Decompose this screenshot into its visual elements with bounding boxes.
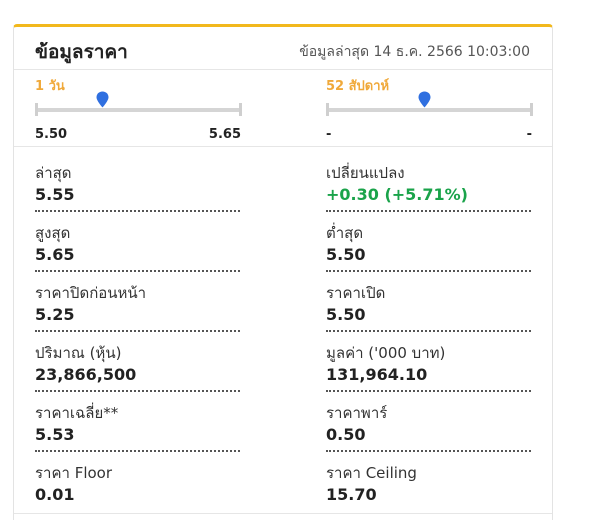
stat-average-price: ราคาเฉลี่ย** 5.53 <box>35 392 240 452</box>
range-tick-left <box>326 103 329 116</box>
range-tick-left <box>35 103 38 116</box>
stat-value: 5.55 <box>35 185 75 204</box>
stat-value-traded: มูลค่า ('000 บาท) 131,964.10 <box>326 332 531 392</box>
price-info-card: ข้อมูลราคา ข้อมูลล่าสุด 14 ธ.ค. 2566 10:… <box>13 24 553 520</box>
stat-par-value: ราคาพาร์ 0.50 <box>326 392 531 452</box>
range-52-week: 52 สัปดาห์ - - <box>326 69 546 145</box>
stat-label: เปลี่ยนแปลง <box>326 164 405 182</box>
range-track <box>326 108 532 112</box>
stat-value: 5.50 <box>326 245 366 264</box>
stat-label: มูลค่า ('000 บาท) <box>326 344 446 362</box>
card-header: ข้อมูลราคา ข้อมูลล่าสุด 14 ธ.ค. 2566 10:… <box>14 27 552 70</box>
range-low: 5.50 <box>35 127 68 142</box>
range-label: 1 วัน <box>35 79 65 94</box>
range-high: - <box>526 127 532 142</box>
stat-ceiling: ราคา Ceiling 15.70 <box>326 452 531 512</box>
stat-volume: ปริมาณ (หุ้น) 23,866,500 <box>35 332 240 392</box>
stat-value: 0.50 <box>326 425 366 444</box>
location-pin-icon <box>418 91 431 108</box>
range-tick-right <box>530 103 533 116</box>
stat-label: ต่ำสุด <box>326 224 364 242</box>
stat-low: ต่ำสุด 5.50 <box>326 212 531 272</box>
stat-label: ราคาพาร์ <box>326 404 388 422</box>
stat-floor: ราคา Floor 0.01 <box>35 452 240 512</box>
range-low: - <box>326 127 332 142</box>
stat-label: ล่าสุด <box>35 164 72 182</box>
range-label: 52 สัปดาห์ <box>326 79 390 94</box>
range-track <box>35 108 241 112</box>
range-tick-right <box>239 103 242 116</box>
stat-label: สูงสุด <box>35 224 71 242</box>
range-high: 5.65 <box>208 127 241 142</box>
stat-high: สูงสุด 5.65 <box>35 212 240 272</box>
range-1-day: 1 วัน 5.50 5.65 <box>35 69 255 145</box>
stat-value: 23,866,500 <box>35 365 137 384</box>
stat-label: ราคา Ceiling <box>326 464 417 482</box>
stat-label: ราคา Floor <box>35 464 113 482</box>
stat-label: ราคาปิดก่อนหน้า <box>35 284 147 302</box>
stat-value: 5.53 <box>35 425 75 444</box>
stat-label: ราคาเฉลี่ย** <box>35 404 119 422</box>
stat-value: +0.30 (+5.71%) <box>326 185 468 204</box>
stat-value: 131,964.10 <box>326 365 428 384</box>
stat-last: ล่าสุด 5.55 <box>35 152 240 212</box>
stat-change: เปลี่ยนแปลง +0.30 (+5.71%) <box>326 152 531 212</box>
stat-previous-close: ราคาปิดก่อนหน้า 5.25 <box>35 272 240 332</box>
stat-value: 0.01 <box>35 485 75 504</box>
stat-open: ราคาเปิด 5.50 <box>326 272 531 332</box>
stat-value: 5.25 <box>35 305 75 324</box>
stat-value: 5.50 <box>326 305 366 324</box>
stat-label: ราคาเปิด <box>326 284 386 302</box>
last-updated: ข้อมูลล่าสุด 14 ธ.ค. 2566 10:03:00 <box>299 44 530 60</box>
stat-label: ปริมาณ (หุ้น) <box>35 344 122 362</box>
divider <box>14 146 552 147</box>
location-pin-icon <box>96 91 109 108</box>
stat-value: 5.65 <box>35 245 75 264</box>
card-title: ข้อมูลราคา <box>35 41 128 63</box>
divider <box>14 513 552 514</box>
stat-value: 15.70 <box>326 485 377 504</box>
